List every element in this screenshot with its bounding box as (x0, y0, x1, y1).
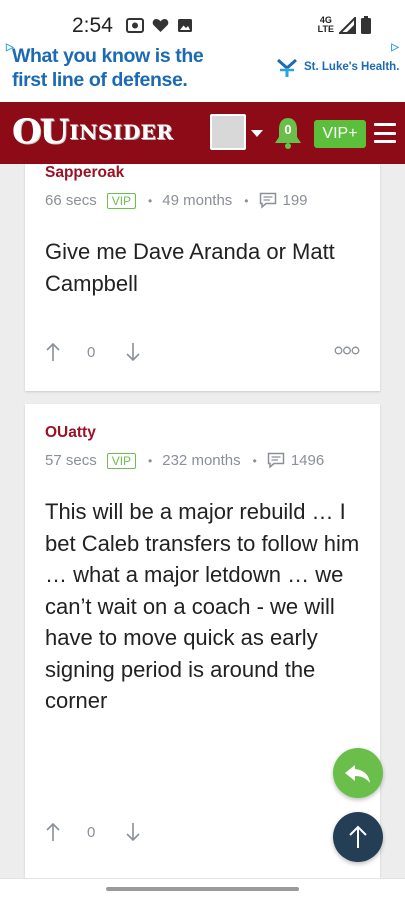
upvote-arrow-icon[interactable] (45, 822, 61, 842)
separator-dot: • (252, 453, 257, 468)
scroll-to-top-button[interactable] (333, 812, 383, 862)
vote-count: 0 (87, 823, 96, 841)
post-actions: 0 (45, 820, 360, 844)
vote-count: 0 (87, 343, 96, 361)
post-meta: 66 secs VIP • 49 months • 199 (45, 192, 308, 209)
image-notification-icon (178, 19, 192, 32)
ad-headline[interactable]: What you know is the first line of defen… (12, 44, 232, 92)
membership-duration: 232 months (162, 452, 241, 469)
post-username[interactable]: Sapperoak (45, 164, 124, 182)
camera-notification-icon (126, 18, 144, 33)
downvote-arrow-icon[interactable] (125, 342, 141, 362)
network-type-bottom: LTE (317, 24, 334, 34)
battery-icon (361, 16, 371, 34)
post-card: Sapperoak 66 secs VIP • 49 months • 199 … (25, 164, 380, 391)
separator-dot: • (148, 193, 153, 208)
st-lukes-logo-icon (277, 58, 297, 77)
site-logo[interactable]: OU INSIDER (12, 112, 200, 152)
comment-icon (259, 192, 276, 209)
logo-insider: INSIDER (69, 120, 174, 144)
network-type: 4G LTE (318, 16, 334, 34)
home-gesture-bar[interactable] (106, 887, 299, 891)
ad-sponsor-name: St. Luke's Health. (304, 61, 400, 73)
vip-badge: VIP (106, 192, 137, 209)
downvote-arrow-icon[interactable] (125, 822, 141, 842)
more-options-icon[interactable] (334, 346, 360, 355)
heart-notification-icon (152, 19, 169, 32)
notifications-button[interactable]: 0 (274, 116, 302, 150)
post-time: 57 secs (45, 452, 97, 469)
site-header: OU INSIDER 0 VIP+ (0, 102, 405, 164)
signal-icon (339, 16, 356, 34)
post-time: 66 secs (45, 192, 97, 209)
arrow-up-icon (349, 825, 367, 848)
upvote-arrow-icon[interactable] (45, 342, 61, 362)
status-notification-icons (126, 18, 193, 33)
system-navigation-bar (0, 878, 405, 900)
advertisement-banner[interactable]: ▷ What you know is the first line of def… (0, 40, 405, 102)
status-time: 2:54 (72, 14, 113, 37)
separator-dot: • (244, 193, 249, 208)
notification-count: 0 (284, 122, 292, 137)
post-body: Give me Dave Aranda or Matt Campbell (45, 239, 335, 296)
hamburger-menu-icon[interactable] (374, 123, 396, 143)
post-card: OUatty 57 secs VIP • 232 months • 1496 T… (25, 404, 380, 878)
user-avatar[interactable] (210, 114, 246, 150)
comment-icon (267, 452, 285, 469)
separator-dot: • (148, 453, 153, 468)
comment-count: 1496 (290, 452, 325, 469)
reply-arrow-icon (345, 765, 370, 783)
post-actions: 0 (45, 340, 360, 364)
membership-duration: 49 months (162, 192, 233, 209)
reply-button[interactable] (333, 748, 383, 798)
vip-badge: VIP (106, 452, 137, 469)
ad-sponsor-logo[interactable]: St. Luke's Health. (276, 56, 399, 78)
logo-ou: OU (12, 112, 69, 152)
comment-count: 199 (282, 192, 308, 209)
post-body: This will be a major rebuild … I bet Cal… (45, 499, 360, 713)
adchoices-info-icon[interactable]: ▷ (391, 42, 399, 53)
status-system-icons: 4G LTE (318, 16, 371, 34)
post-meta: 57 secs VIP • 232 months • 1496 (45, 452, 324, 469)
chevron-down-icon[interactable] (251, 130, 263, 137)
post-username[interactable]: OUatty (45, 424, 96, 442)
vip-plus-button[interactable]: VIP+ (314, 120, 366, 148)
status-bar: 2:54 4G LTE (0, 0, 405, 40)
